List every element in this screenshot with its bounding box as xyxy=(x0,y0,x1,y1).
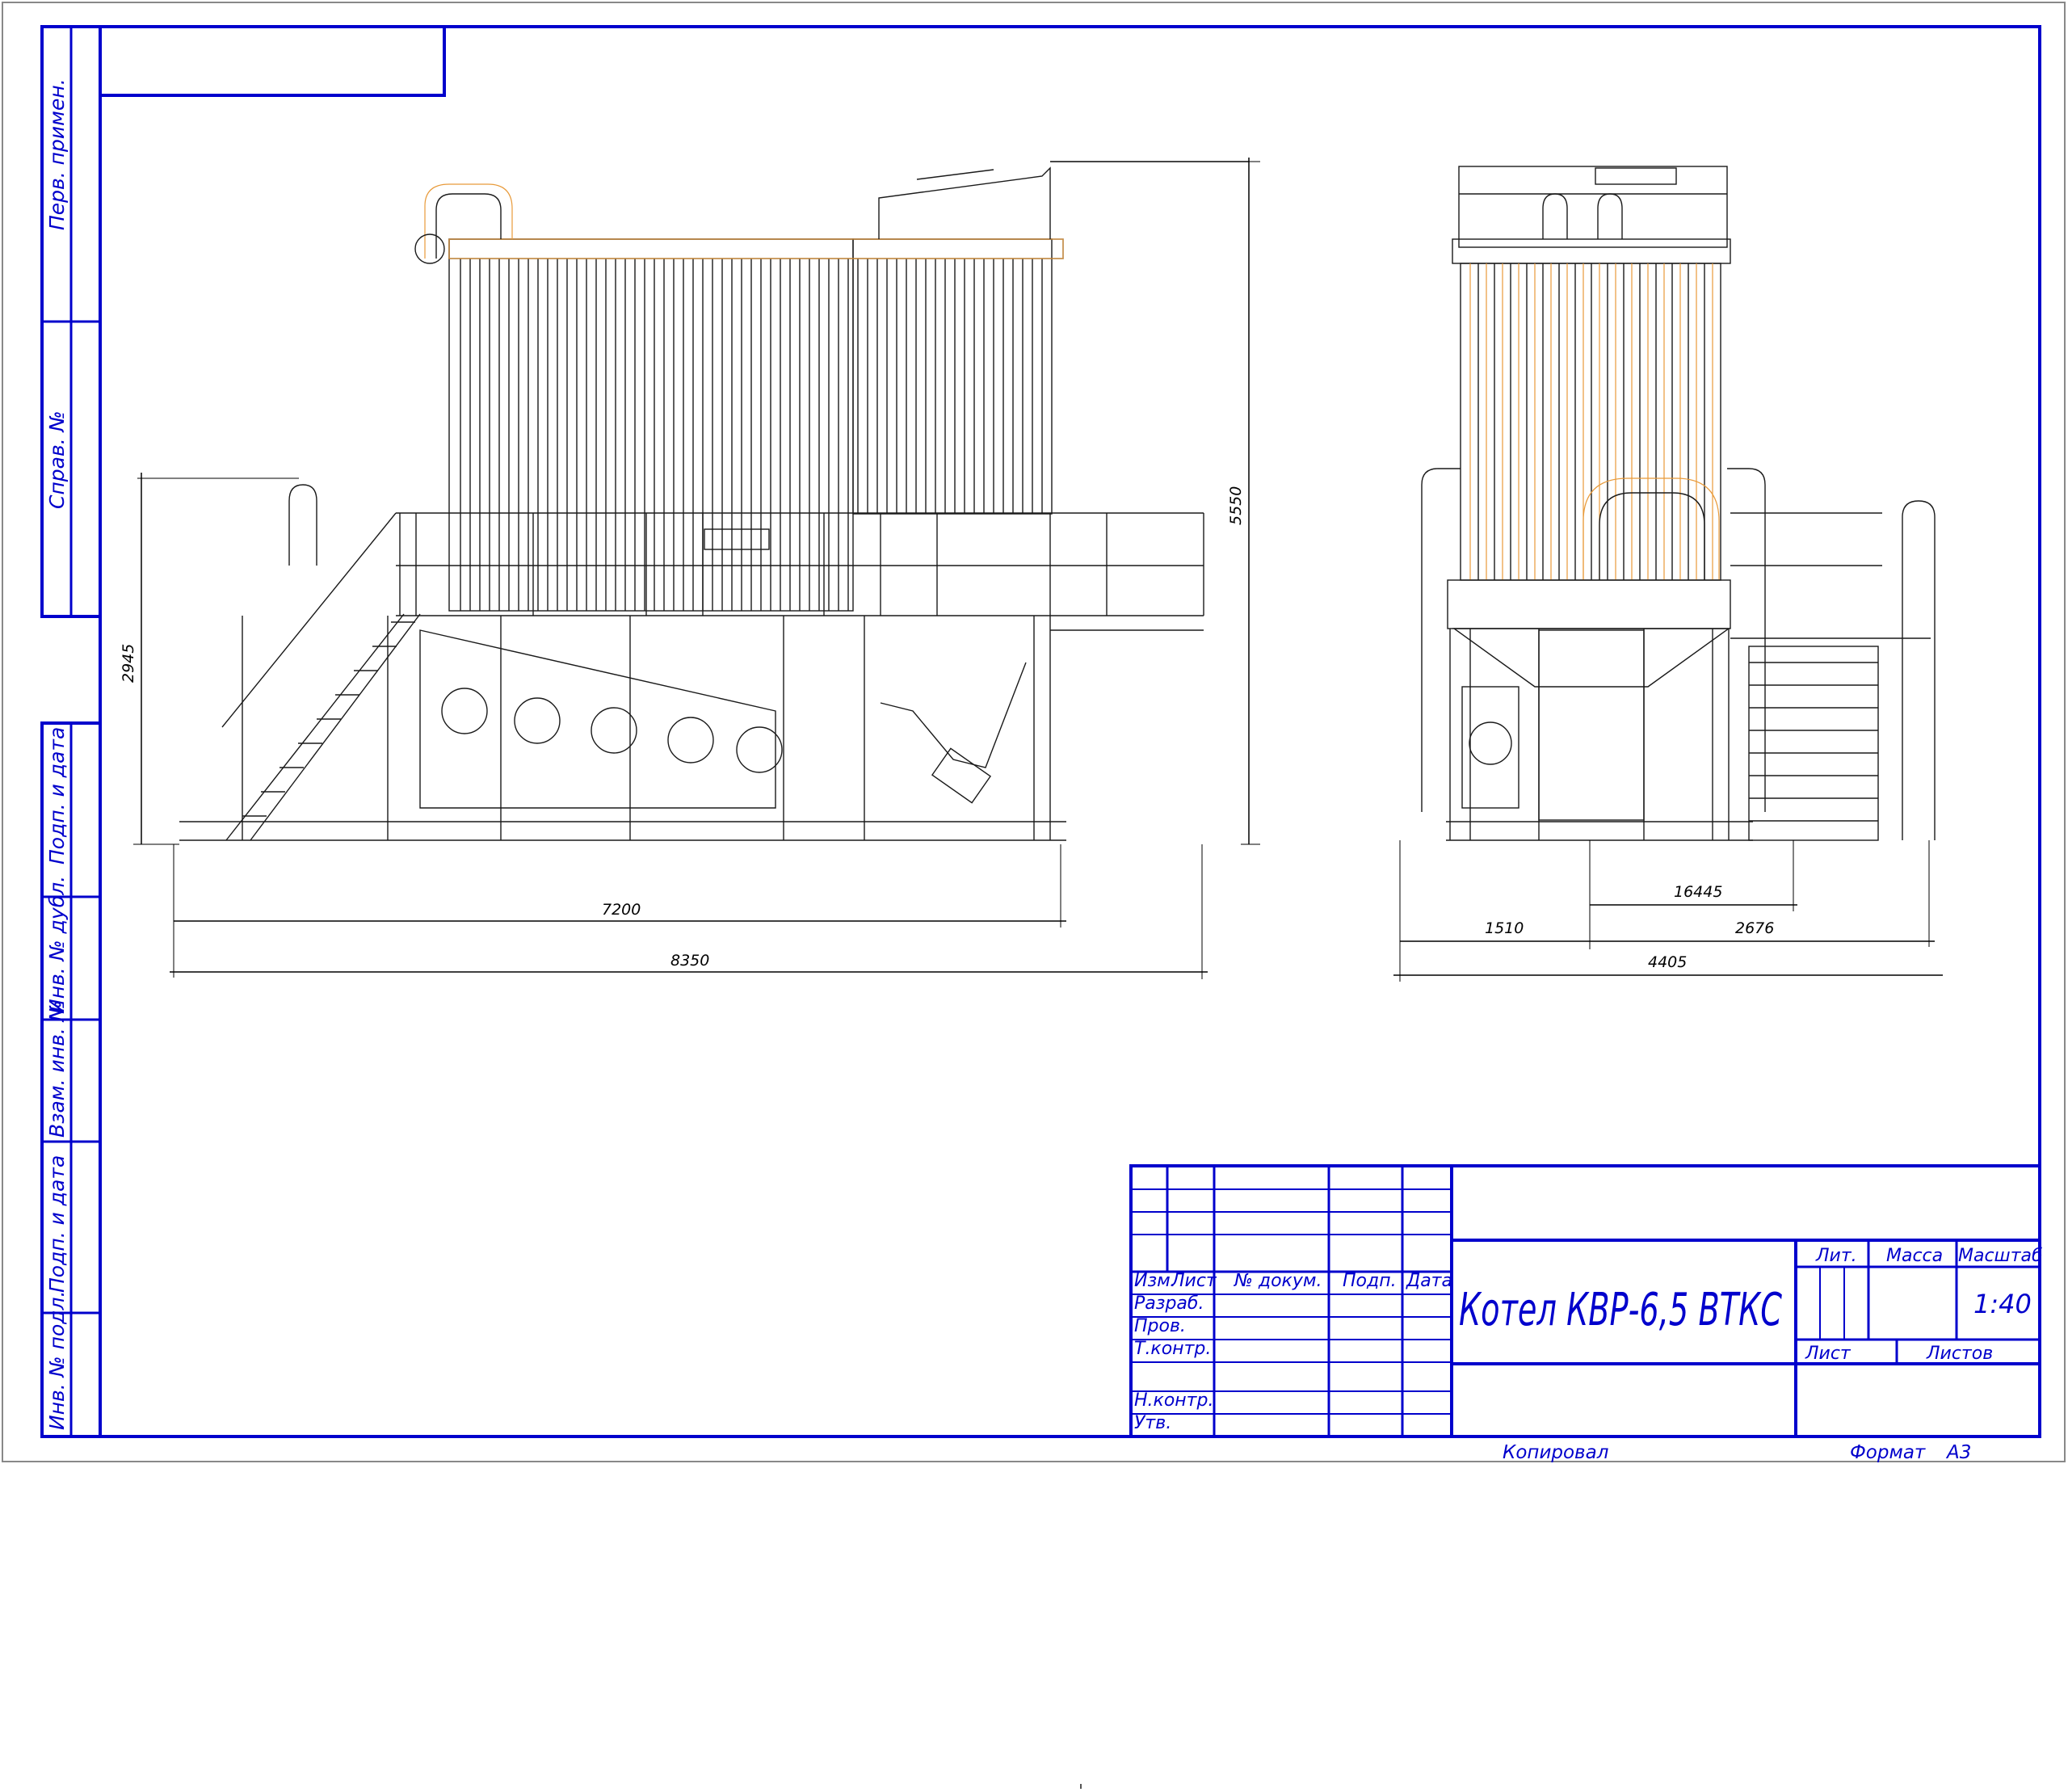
dim-height-platform: 2945 xyxy=(120,644,137,683)
support-legs xyxy=(242,616,1051,840)
side-dimensions: 5550 2945 7200 8350 xyxy=(120,158,1260,979)
side-stamp: Перв. примен. Справ. № Подп. и дата Инв.… xyxy=(40,25,102,1438)
boiler-tube-block xyxy=(448,238,854,612)
furnace-chamber xyxy=(1538,629,1645,821)
ladder-rungs xyxy=(1749,662,1878,822)
top-header xyxy=(448,238,1064,259)
dim-2676: 2676 xyxy=(1735,919,1774,937)
ash-hopper xyxy=(880,662,1027,768)
tb-lit: Лит. xyxy=(1815,1246,1857,1266)
stair-rail-upper xyxy=(221,512,397,728)
convective-block xyxy=(852,238,1053,515)
goose-neck-pipe xyxy=(435,193,502,259)
right-pipe xyxy=(1902,500,1936,840)
top-elbow-left xyxy=(1542,193,1568,239)
stamp-inv-podl: Инв. № подл. xyxy=(45,1291,69,1430)
tb-tkontr: Т.контр. xyxy=(1134,1339,1211,1359)
tb-prov: Пров. xyxy=(1134,1316,1186,1336)
exhaust-rail xyxy=(916,169,994,180)
exhaust-frame xyxy=(878,166,1051,239)
dim-length-total: 8350 xyxy=(670,952,709,970)
footer-kopiroval: Копировал xyxy=(1503,1442,1609,1463)
stamp-podp-data-1: Подп. и дата xyxy=(45,727,69,864)
dim-4405: 4405 xyxy=(1648,953,1687,971)
drawing-sheet: Перв. примен. Справ. № Подп. и дата Инв.… xyxy=(2,2,2066,1789)
tb-dokum: № докум. xyxy=(1234,1271,1322,1291)
tb-list: Лист xyxy=(1171,1271,1217,1291)
dim-1510: 1510 xyxy=(1485,919,1524,937)
tb-nkontr: Н.контр. xyxy=(1134,1390,1213,1411)
stamp-perv-primen: Перв. примен. xyxy=(45,78,69,230)
front-tube-block xyxy=(1460,263,1721,581)
side-view: 5550 2945 7200 8350 xyxy=(120,158,1260,979)
tb-masshtab: Масштаб xyxy=(1958,1246,2043,1266)
pipe-elbow xyxy=(414,233,445,264)
front-lower-header xyxy=(1447,579,1731,629)
fan-icon xyxy=(1469,721,1512,765)
front-legs xyxy=(1449,629,1730,840)
front-hopper xyxy=(1452,628,1731,688)
left-downcomer xyxy=(1421,468,1461,812)
drawing-title: Котел КВР-6,5 ВТКС xyxy=(1459,1284,1782,1336)
tube-lines xyxy=(460,259,1043,611)
stamp-podp-data-2: Подп. и дата xyxy=(45,1155,69,1293)
port-circle xyxy=(441,688,488,734)
tb-podp: Подп. xyxy=(1343,1271,1397,1291)
footer-format-value: А3 xyxy=(1945,1442,1971,1463)
stamp-vzam-inv: Взам. инв. № xyxy=(45,1000,69,1138)
tb-massa: Масса xyxy=(1886,1246,1943,1266)
tb-utv: Утв. xyxy=(1134,1413,1171,1433)
top-left-stamp-box xyxy=(99,25,446,97)
dim-height-total: 5550 xyxy=(1227,486,1245,525)
tb-list-2: Лист xyxy=(1805,1344,1852,1364)
port-circle xyxy=(667,717,714,763)
inclined-grate-housing xyxy=(419,629,776,809)
port-circle xyxy=(514,697,561,744)
front-dimensions: 16445 1510 2676 4405 xyxy=(1393,840,1943,982)
tb-scale-value: 1:40 xyxy=(1973,1289,2032,1319)
stair-stringer xyxy=(225,613,405,841)
title-block: Изм. Лист № докум. Подп. Дата Разраб. Пр… xyxy=(1129,1164,2043,1438)
footer-format-label: Формат xyxy=(1850,1442,1926,1463)
top-railing xyxy=(1458,166,1728,248)
front-tube-lines xyxy=(1469,263,1713,580)
tb-izm: Изм. xyxy=(1134,1271,1176,1291)
top-elbow-right xyxy=(1597,193,1623,239)
front-view: 16445 1510 2676 4405 xyxy=(1393,166,1943,982)
right-downcomer xyxy=(1727,468,1766,812)
inspection-hatch xyxy=(704,528,770,550)
stamp-inv-dubl: Инв. № дубл. xyxy=(45,876,69,1014)
screw-conveyor-end xyxy=(931,747,992,804)
railing-posts xyxy=(399,513,1204,616)
stamp-sprav-no: Справ. № xyxy=(45,410,69,509)
tb-data: Дата xyxy=(1406,1271,1452,1291)
dim-length-frame: 7200 xyxy=(602,901,641,919)
tb-listov: Листов xyxy=(1926,1344,1993,1364)
dim-16445: 16445 xyxy=(1674,883,1722,901)
tb-razrab: Разраб. xyxy=(1134,1294,1204,1314)
feed-pipe xyxy=(288,484,317,566)
front-header xyxy=(1452,238,1731,264)
front-ladder xyxy=(1748,646,1879,841)
